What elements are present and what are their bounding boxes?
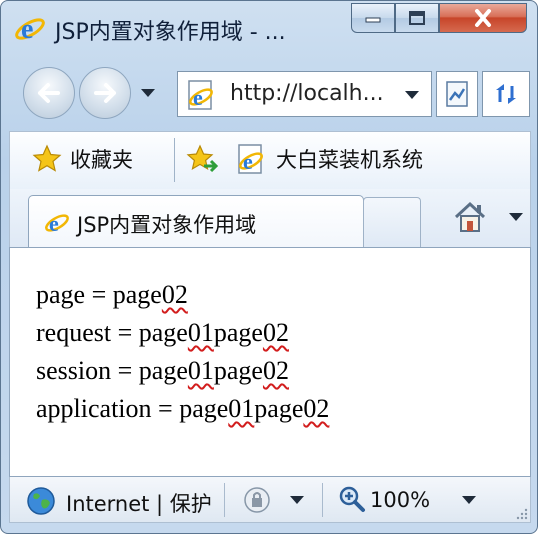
add-favorite-icon	[186, 144, 219, 173]
window-title: JSP内置对象作用域 - ...	[55, 20, 286, 45]
privacy-lock-icon[interactable]	[242, 485, 272, 515]
value-segment: 02	[262, 356, 289, 385]
tab-bar: e JSP内置对象作用域	[9, 189, 531, 247]
minimize-button[interactable]	[351, 3, 395, 33]
page-scope-line: page = page02	[36, 276, 329, 314]
value-segment: 01	[187, 318, 214, 347]
home-icon[interactable]	[452, 199, 488, 235]
favorite-link-dabaicai[interactable]: e 大白菜装机系统	[236, 144, 423, 174]
maximize-button[interactable]	[395, 3, 439, 33]
value-segment: 01	[187, 356, 214, 385]
favorites-button[interactable]: 收藏夹	[32, 144, 133, 174]
favorites-label: 收藏夹	[70, 148, 133, 172]
page-content: page = page02 request = page01page02 ses…	[9, 247, 531, 477]
value-segment: page	[138, 318, 188, 347]
security-zone-text[interactable]: Internet | 保护	[66, 488, 214, 518]
ie-logo-icon: e	[45, 211, 69, 236]
value-segment: page	[112, 280, 162, 309]
value-segment: page	[138, 356, 188, 385]
request-scope-line: request = page01page02	[36, 314, 329, 352]
value-segment: 02	[303, 394, 330, 423]
refresh-icon	[496, 84, 516, 104]
navigation-bar: e http://localh...	[1, 57, 537, 131]
forward-button[interactable]	[79, 67, 131, 119]
value-segment: page	[179, 394, 229, 423]
browser-window: e JSP内置对象作用域 - ... e http://localh... 收藏…	[0, 0, 538, 534]
close-button[interactable]	[439, 3, 527, 33]
compatibility-view-icon	[446, 81, 468, 107]
close-icon	[475, 9, 491, 27]
ie-logo-icon: e	[15, 14, 45, 45]
zoom-level[interactable]: 100%	[370, 488, 430, 512]
value-segment: 02	[161, 280, 188, 309]
caption-buttons	[351, 3, 527, 35]
title-bar[interactable]: e JSP内置对象作用域 - ...	[1, 1, 537, 53]
line-prefix: session =	[36, 356, 139, 385]
refresh-button[interactable]	[482, 71, 530, 117]
address-bar[interactable]: e http://localh...	[177, 71, 432, 117]
tab-jsp-scope[interactable]: e JSP内置对象作用域	[28, 195, 364, 247]
separator	[224, 483, 225, 517]
scope-output: page = page02 request = page01page02 ses…	[36, 276, 329, 428]
status-bar: Internet | 保护 100%	[9, 477, 531, 523]
new-tab-button[interactable]	[363, 197, 421, 247]
svg-text:e: e	[21, 14, 33, 45]
recent-pages-dropdown[interactable]	[141, 89, 155, 97]
star-icon	[32, 144, 62, 172]
home-dropdown[interactable]	[509, 213, 523, 221]
svg-text:e: e	[49, 211, 59, 236]
favorite-link-label: 大白菜装机系统	[276, 148, 423, 172]
svg-text:e: e	[243, 149, 253, 174]
url-text[interactable]: http://localh...	[230, 81, 384, 106]
back-button[interactable]	[23, 67, 75, 119]
address-dropdown[interactable]	[405, 91, 419, 99]
zoom-icon[interactable]	[338, 485, 366, 513]
globe-icon	[27, 487, 55, 515]
value-segment: page	[254, 394, 304, 423]
add-to-favorites-bar-button[interactable]	[186, 144, 220, 174]
maximize-icon	[409, 11, 425, 25]
line-prefix: application =	[36, 394, 180, 423]
line-prefix: page =	[36, 280, 113, 309]
ie-page-icon: e	[188, 80, 213, 110]
application-scope-line: application = page01page02	[36, 390, 329, 428]
value-segment: 01	[228, 394, 255, 423]
resize-grip-icon[interactable]	[516, 508, 528, 520]
value-segment: page	[213, 318, 263, 347]
svg-text:e: e	[193, 85, 203, 110]
session-scope-line: session = page01page02	[36, 352, 329, 390]
value-segment: 02	[262, 318, 289, 347]
privacy-dropdown[interactable]	[290, 496, 304, 504]
zoom-dropdown[interactable]	[462, 496, 476, 504]
forward-arrow-icon	[94, 83, 116, 103]
line-prefix: request =	[36, 318, 139, 347]
value-segment: page	[213, 356, 263, 385]
minimize-icon	[365, 17, 381, 23]
back-arrow-icon	[38, 83, 60, 103]
favorites-bar: 收藏夹 e 大白菜装机系统	[9, 131, 531, 189]
separator	[322, 483, 323, 517]
compatibility-view-button[interactable]	[436, 71, 478, 117]
separator	[174, 138, 175, 182]
ie-page-icon: e	[238, 144, 263, 174]
tab-label: JSP内置对象作用域	[77, 213, 257, 237]
